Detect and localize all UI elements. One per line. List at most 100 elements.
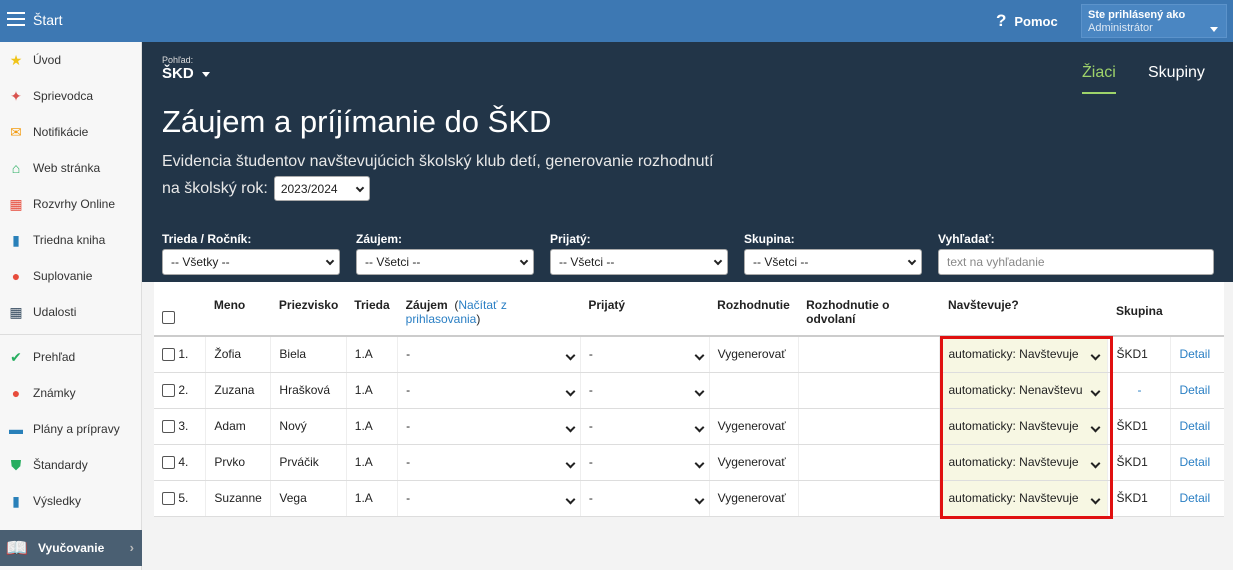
chevron-down-icon [694,422,705,432]
grade-icon: ● [11,385,21,401]
filter-accepted-select[interactable]: -- Všetci -- [550,249,728,275]
filter-group-select[interactable]: -- Všetci -- [744,249,922,275]
chevron-down-icon [355,183,365,193]
interest-select[interactable]: - [397,372,581,409]
accepted-select[interactable]: - [579,408,710,445]
calendar-grid-icon: ▦ [9,195,23,212]
row-checkbox[interactable] [162,420,175,434]
cell-group: ŠKD1 [1107,444,1171,481]
filter-class-select[interactable]: -- Všetky -- [162,249,340,275]
cell-appeal [797,408,940,445]
sidebar-item-udalosti[interactable]: ▦ Udalosti [0,294,141,330]
chevron-down-icon [519,256,529,266]
row-checkbox[interactable] [162,492,175,506]
row-checkbox[interactable] [162,348,175,362]
cell-decision[interactable]: Vygenerovať [708,336,799,373]
attends-select[interactable]: automaticky: Navštevuje [939,480,1108,517]
user-menu[interactable]: Ste prihlásený ako Administrátor [1081,4,1227,38]
help-button[interactable]: ? Pomoc [996,11,1058,31]
attends-select[interactable]: automaticky: Navštevuje [939,408,1108,445]
detail-link[interactable]: Detail [1170,408,1224,445]
sidebar-item-rozvrhy-online[interactable]: ▦ Rozvrhy Online [0,186,141,222]
briefcase-icon: ▬ [9,421,23,437]
star-icon: ★ [9,51,23,68]
attends-select[interactable]: automaticky: Navštevuje [939,336,1108,373]
sidebar-item-vyucovanie[interactable]: 📖 Vyučovanie › [0,530,142,566]
sidebar-item-vysledky[interactable]: ▮ Výsledky [0,483,141,519]
filter-search-label: Vyhľadať: [938,232,995,246]
cell-surname: Hrašková [270,372,347,409]
chevron-down-icon [325,256,335,266]
cell-name: Žofia [205,336,271,373]
interest-value: - [406,491,411,505]
envelope-icon: ✉ [10,123,22,140]
search-input[interactable]: text na vyhľadanie [938,249,1214,275]
chevron-down-icon [565,422,576,432]
sidebar-item-label: Výsledky [33,494,82,508]
open-book-icon: 📖 [5,537,29,558]
sidebar-item-triedna-kniha[interactable]: ▮ Triedna kniha [0,222,141,258]
accepted-select[interactable]: - [579,480,710,517]
cell-decision[interactable] [708,372,799,409]
sidebar-item-uvod[interactable]: ★ Úvod [0,42,141,78]
detail-link[interactable]: Detail [1170,444,1224,481]
app-title[interactable]: Štart [33,12,63,28]
detail-link[interactable]: Detail [1170,336,1224,373]
home-icon: ⌂ [11,160,21,176]
row-checkbox[interactable] [162,384,175,398]
sidebar-item-label: Triedna kniha [33,233,106,247]
filter-class: Trieda / Ročník: -- Všetky -- [162,232,340,275]
chevron-down-icon [201,71,210,77]
sidebar-item-label: Štandardy [33,458,88,472]
interest-select[interactable]: - [397,408,581,445]
hamburger-menu-icon[interactable] [7,12,25,26]
sidebar-item-sprievodca[interactable]: ✦ Sprievodca [0,78,141,114]
accepted-select[interactable]: - [579,372,710,409]
detail-link[interactable]: Detail [1170,480,1224,517]
cell-surname: Nový [270,408,347,445]
question-mark-icon: ? [996,11,1007,30]
sidebar-item-suplovanie[interactable]: ● Suplovanie [0,258,141,294]
sidebar-item-plany-a-pripravy[interactable]: ▬ Plány a prípravy [0,411,141,447]
cell-decision[interactable]: Vygenerovať [708,408,799,445]
chevron-down-icon [1091,350,1101,361]
header-name: Meno [205,282,271,337]
tab-groups[interactable]: Skupiny [1148,64,1205,82]
accepted-select[interactable]: - [579,444,710,481]
accepted-select[interactable]: - [579,336,710,373]
select-all-checkbox[interactable] [162,311,175,325]
page-title: Záujem a príjímanie do ŠKD [162,104,552,139]
cell-name: Prvko [205,444,271,481]
shield-icon: ⛊ [10,456,22,473]
interest-select[interactable]: - [397,444,581,481]
year-prefix: na školský rok: [162,179,268,197]
table-row: 2. Zuzana Hrašková 1.A - - automaticky: Nenavš… [154,372,1224,409]
attends-select[interactable]: automaticky: Navštevuje [939,444,1108,481]
cell-decision[interactable]: Vygenerovať [708,444,799,481]
cell-decision[interactable]: Vygenerovať [708,480,799,517]
bar-chart-icon: ▮ [12,492,20,509]
cell-surname: Biela [270,336,347,373]
filter-class-label: Trieda / Ročník: [162,232,252,246]
sidebar-item-web-stranka[interactable]: ⌂ Web stránka [0,150,141,186]
view-selector[interactable]: ŠKD [162,65,210,82]
sidebar-item-znamky[interactable]: ● Známky [0,375,141,411]
attends-value: automaticky: Navštevuje [948,455,1079,469]
cell-name: Suzanne [205,480,271,517]
attends-select[interactable]: automaticky: Nenavštevu [939,372,1108,409]
detail-link[interactable]: Detail [1170,372,1224,409]
filter-interest-select[interactable]: -- Všetci -- [356,249,534,275]
sidebar-item-notifikacie[interactable]: ✉ Notifikácie [0,114,141,150]
interest-select[interactable]: - [397,336,581,373]
row-number: 1. [178,347,189,362]
school-year-value: 2023/2024 [280,182,338,196]
cell-appeal [797,372,940,409]
sidebar-item-prehlad[interactable]: ✔ Prehľad [0,339,141,375]
cell-class: 1.A [345,408,398,445]
sidebar-item-label: Známky [33,386,76,400]
interest-select[interactable]: - [397,480,581,517]
sidebar-item-standardy[interactable]: ⛊ Štandardy [0,447,141,483]
tab-students[interactable]: Žiaci [1082,64,1116,94]
row-checkbox[interactable] [162,456,175,470]
school-year-select[interactable]: 2023/2024 [273,176,370,201]
